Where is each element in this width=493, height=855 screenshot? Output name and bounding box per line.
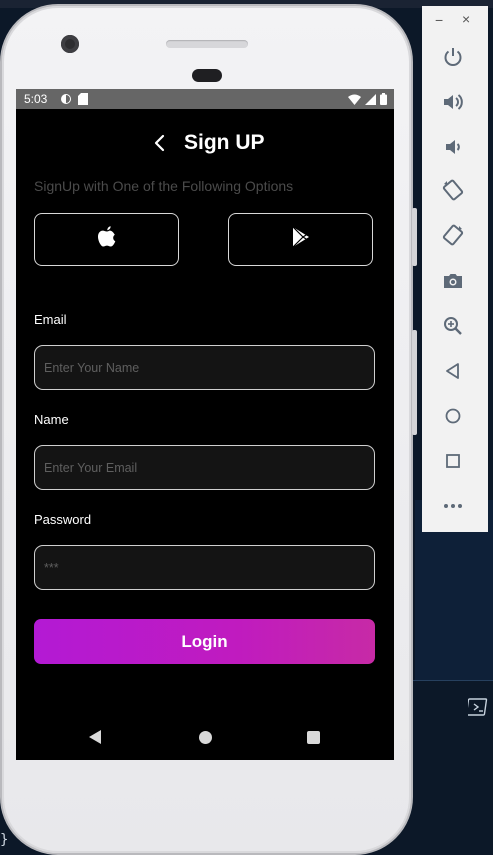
apple-signup-button[interactable] xyxy=(34,213,179,266)
login-button-label: Login xyxy=(181,631,228,651)
nav-home-icon[interactable] xyxy=(199,731,212,744)
battery-icon xyxy=(380,93,387,108)
sd-card-icon xyxy=(78,93,88,108)
signup-options-text: SignUp with One of the Following Options xyxy=(34,178,294,194)
side-button xyxy=(412,330,417,435)
front-camera xyxy=(61,35,79,53)
minimize-button[interactable]: − xyxy=(435,12,443,28)
more-icon[interactable] xyxy=(441,494,465,518)
back-arrow-icon[interactable] xyxy=(153,133,167,153)
apple-icon xyxy=(96,225,118,254)
volume-down-icon[interactable] xyxy=(441,135,465,159)
status-bar: 5:03 xyxy=(16,89,394,109)
rotate-right-icon[interactable] xyxy=(441,223,465,247)
google-play-signup-button[interactable] xyxy=(228,213,373,266)
overview-icon[interactable] xyxy=(441,449,465,473)
close-button[interactable]: × xyxy=(462,11,470,27)
desktop-divider xyxy=(410,680,493,681)
app-header: Sign UP xyxy=(16,129,394,159)
earpiece-speaker xyxy=(166,40,248,48)
volume-rocker xyxy=(412,208,417,266)
nav-recents-icon[interactable] xyxy=(307,731,320,744)
email-input[interactable] xyxy=(35,346,374,389)
zoom-icon[interactable] xyxy=(441,314,465,338)
camera-icon[interactable] xyxy=(441,269,465,293)
password-label: Password xyxy=(34,512,92,527)
editor-brace: } xyxy=(0,832,9,848)
nav-back-icon[interactable] xyxy=(88,729,102,750)
signal-icon xyxy=(365,93,376,108)
name-input[interactable] xyxy=(35,446,374,489)
back-icon[interactable] xyxy=(441,359,465,383)
email-label: Email xyxy=(34,312,67,327)
name-field[interactable] xyxy=(34,445,375,490)
password-field[interactable] xyxy=(34,545,375,590)
login-button[interactable]: Login xyxy=(34,619,375,664)
status-time: 5:03 xyxy=(24,92,48,106)
home-icon[interactable] xyxy=(441,404,465,428)
proximity-sensor xyxy=(192,69,222,82)
android-nav-bar xyxy=(16,719,394,755)
wifi-icon xyxy=(348,94,361,108)
name-label: Name xyxy=(34,412,69,427)
page-title: Sign UP xyxy=(184,131,265,154)
rotate-left-icon[interactable] xyxy=(441,178,465,202)
volume-up-icon[interactable] xyxy=(441,90,465,114)
phone-screen: 5:03 Sign UP SignUp with One of the Foll… xyxy=(16,89,394,760)
google-play-icon xyxy=(291,226,311,253)
password-input[interactable] xyxy=(35,546,374,589)
email-field[interactable] xyxy=(34,345,375,390)
notification-app-icon xyxy=(60,93,72,108)
terminal-icon[interactable] xyxy=(465,696,490,718)
emulator-toolbar: − × xyxy=(422,6,488,532)
power-icon[interactable] xyxy=(441,45,465,69)
